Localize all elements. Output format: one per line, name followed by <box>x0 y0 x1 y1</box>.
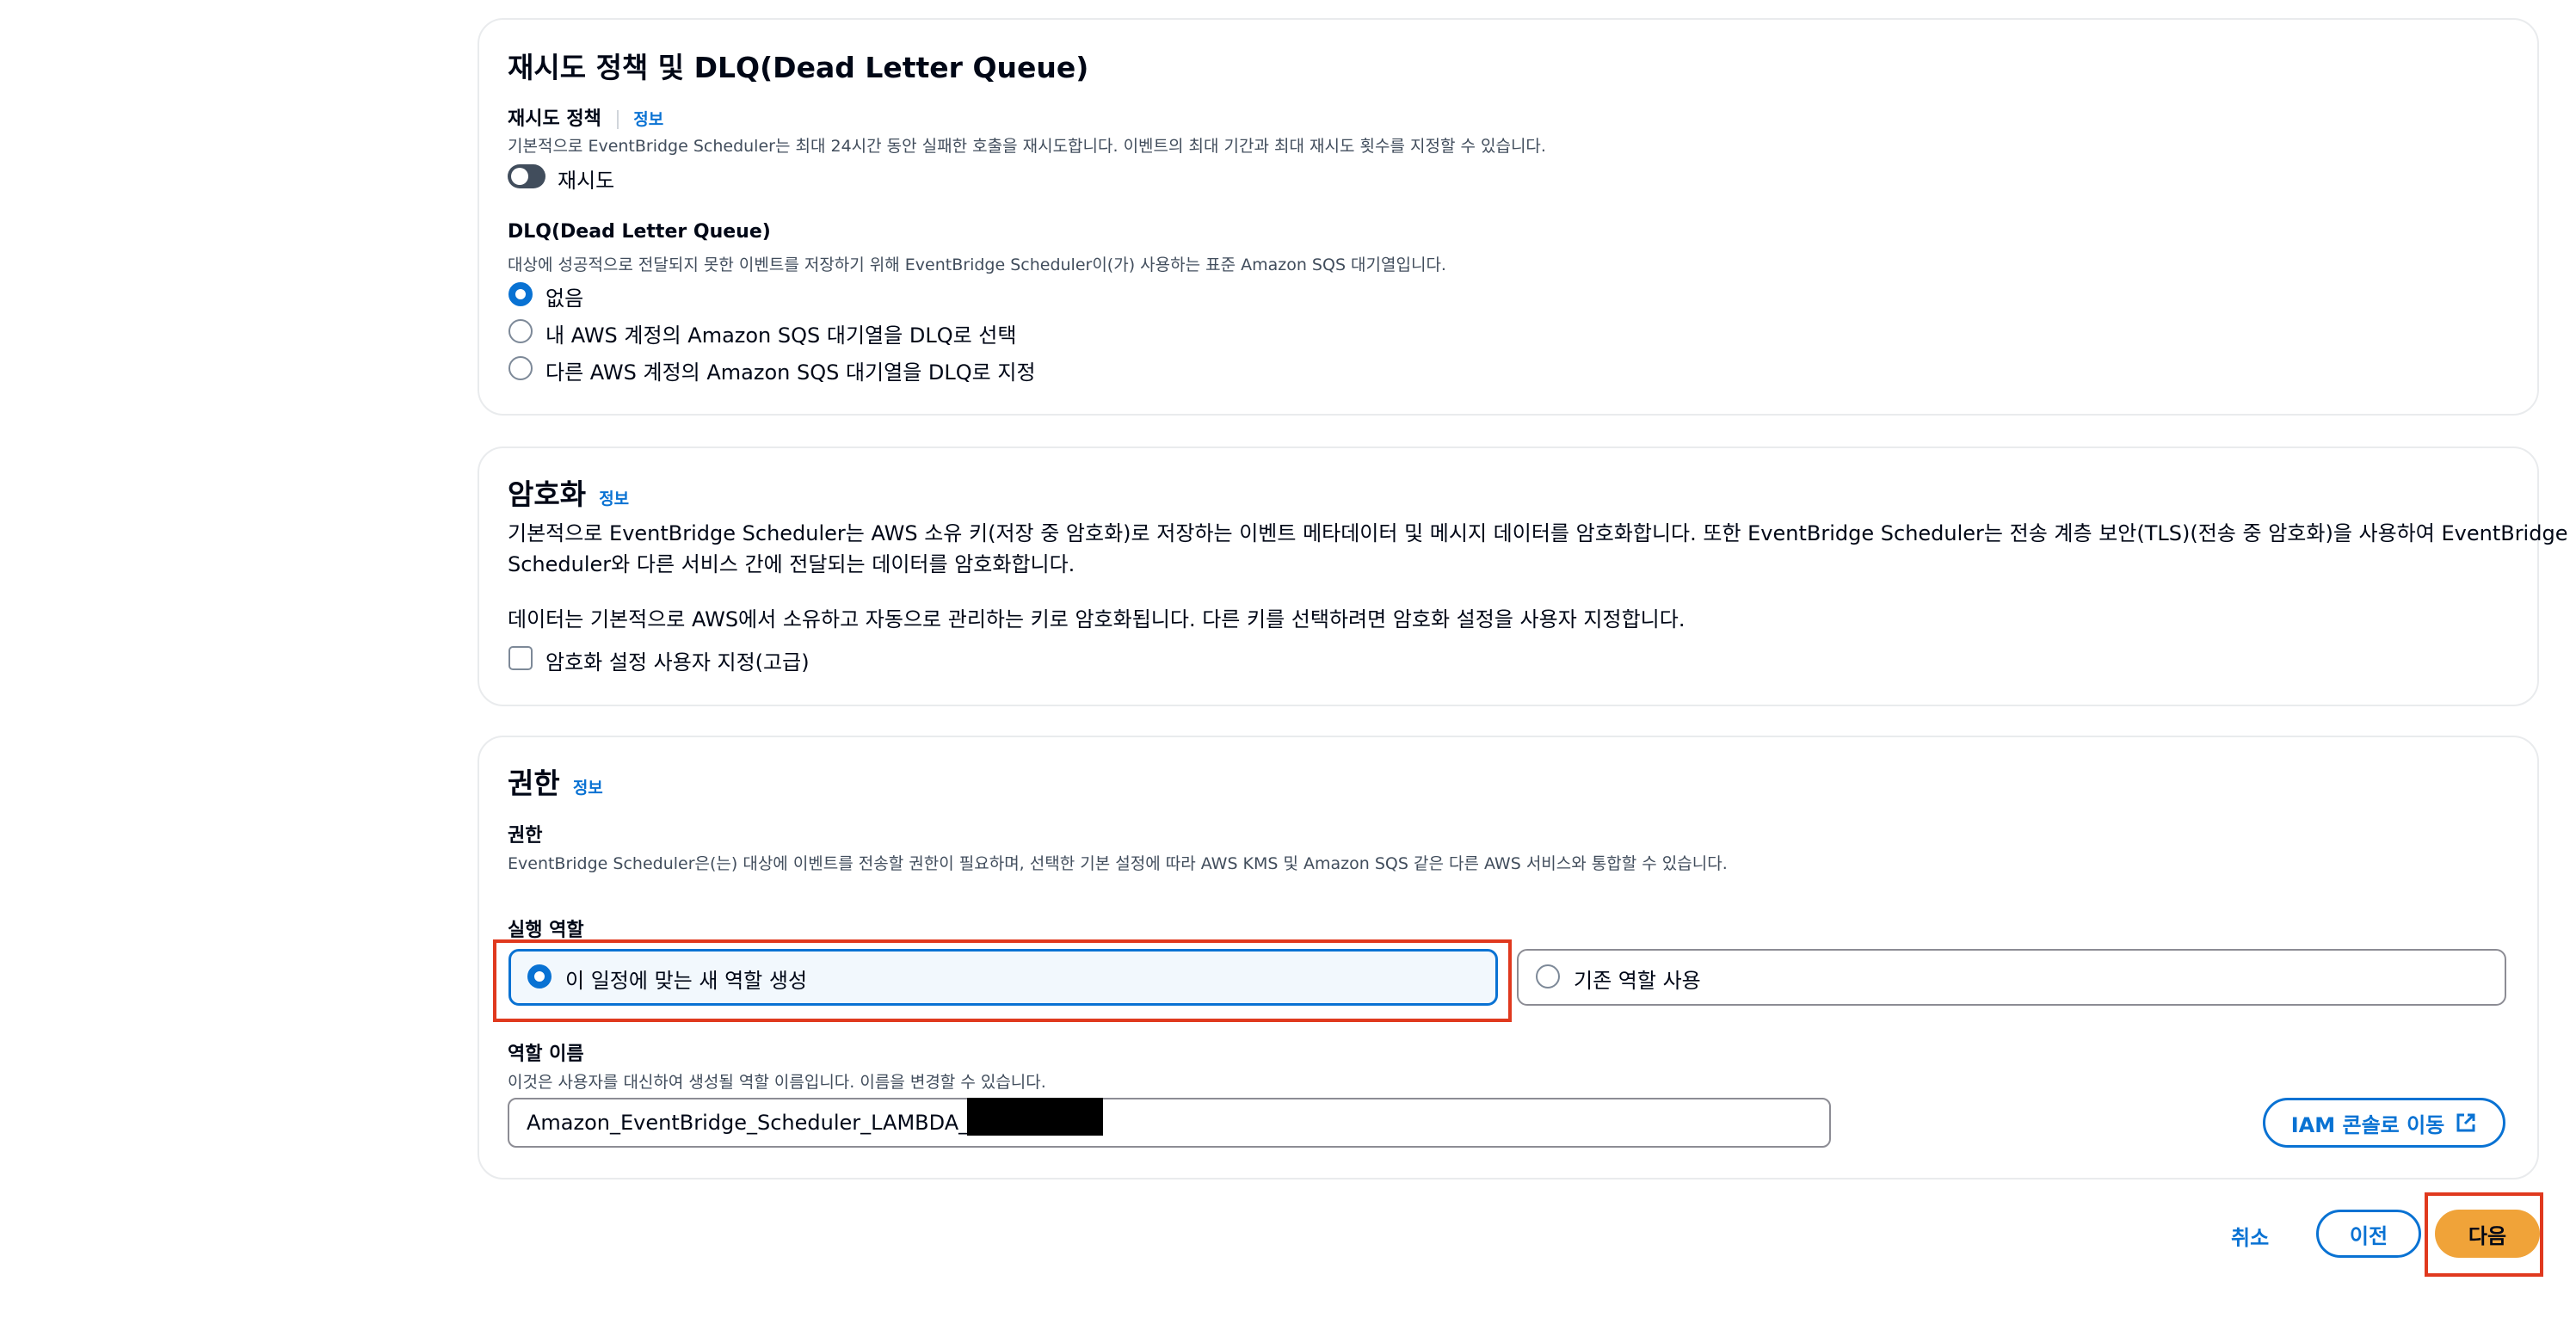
retry-toggle-label: 재시도 <box>558 169 615 193</box>
new-role-label: 이 일정에 맞는 새 역할 생성 <box>565 969 808 993</box>
existing-role-radio[interactable] <box>1536 964 1560 988</box>
retry-toggle[interactable] <box>508 164 545 188</box>
cancel-button[interactable]: 취소 <box>2231 1221 2269 1251</box>
encryption-desc2: 데이터는 기본적으로 AWS에서 소유하고 자동으로 관리하는 키로 암호화됩니… <box>508 607 1685 631</box>
encryption-desc-line1: 기본적으로 EventBridge Scheduler는 AWS 소유 키(저장… <box>508 521 2568 545</box>
encryption-header: 암호화 정보 <box>508 471 629 513</box>
encryption-info-link[interactable]: 정보 <box>599 490 629 508</box>
external-link-icon <box>2455 1112 2477 1134</box>
role-name-label: 역할 이름 <box>508 1044 584 1065</box>
redaction-block <box>967 1098 1103 1136</box>
execution-role-label: 실행 역할 <box>508 920 584 941</box>
retry-policy-label-text: 재시도 정책 <box>508 108 601 130</box>
next-button[interactable]: 다음 <box>2435 1210 2540 1258</box>
retry-section-title: 재시도 정책 및 DLQ(Dead Letter Queue) <box>508 51 1089 84</box>
dlq-option-own-account-label: 내 AWS 계정의 Amazon SQS 대기열을 DLQ로 선택 <box>545 323 1017 348</box>
dlq-option-other-account-label: 다른 AWS 계정의 Amazon SQS 대기열을 DLQ로 지정 <box>545 360 1036 385</box>
permissions-title: 권한 <box>508 767 560 800</box>
dlq-radio-own-account[interactable] <box>508 319 533 343</box>
iam-console-button-label: IAM 콘솔로 이동 <box>2290 1112 2445 1137</box>
customize-encryption-label: 암호화 설정 사용자 지정(고급) <box>545 650 810 674</box>
divider <box>616 110 619 129</box>
permissions-label: 권한 <box>508 825 543 847</box>
customize-encryption-checkbox[interactable] <box>508 646 533 670</box>
role-name-desc: 이것은 사용자를 대신하여 생성될 역할 이름입니다. 이름을 변경할 수 있습… <box>508 1073 1046 1092</box>
dlq-radio-other-account[interactable] <box>508 356 533 380</box>
dlq-radio-none[interactable] <box>508 282 533 306</box>
permissions-header: 권한 정보 <box>508 761 603 802</box>
existing-role-label: 기존 역할 사용 <box>1574 969 1701 993</box>
retry-info-link[interactable]: 정보 <box>633 110 663 129</box>
retry-policy-label: 재시도 정책 정보 <box>508 103 663 131</box>
new-role-radio[interactable] <box>527 964 552 988</box>
dlq-option-none-label: 없음 <box>545 286 584 311</box>
encryption-title: 암호화 <box>508 477 587 511</box>
retry-policy-desc: 기본적으로 EventBridge Scheduler는 최대 24시간 동안 … <box>508 137 1546 156</box>
encryption-desc-line2: Scheduler와 다른 서비스 간에 전달되는 데이터를 암호화합니다. <box>508 552 1075 576</box>
previous-button[interactable]: 이전 <box>2316 1210 2421 1258</box>
iam-console-button[interactable]: IAM 콘솔로 이동 <box>2263 1098 2505 1148</box>
dlq-label: DLQ(Dead Letter Queue) <box>508 221 771 243</box>
permissions-info-link[interactable]: 정보 <box>573 779 603 798</box>
dlq-desc: 대상에 성공적으로 전달되지 못한 이벤트를 저장하기 위해 EventBrid… <box>508 256 1446 274</box>
role-name-input[interactable]: Amazon_EventBridge_Scheduler_LAMBDA_0 <box>508 1098 1831 1148</box>
permissions-desc: EventBridge Scheduler은(는) 대상에 이벤트를 전송할 권… <box>508 854 1728 873</box>
